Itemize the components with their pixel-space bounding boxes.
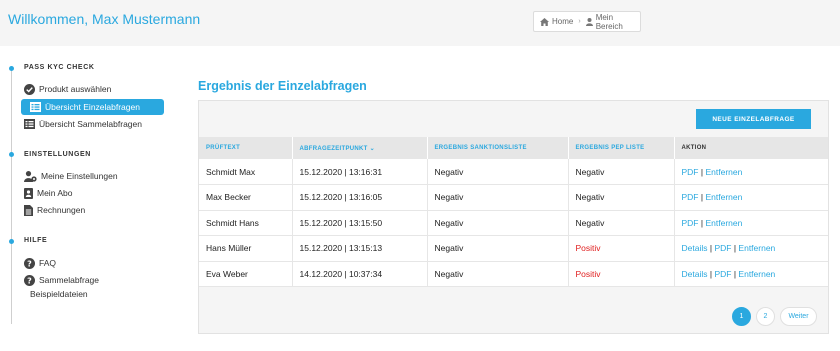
svg-text:?: ? [27, 259, 32, 268]
list-icon [30, 102, 41, 112]
svg-text:?: ? [27, 276, 32, 285]
section-dot [9, 239, 14, 244]
pdf-link[interactable]: PDF [714, 269, 731, 279]
cell-actions: PDF | Entfernen [674, 159, 828, 185]
cell-sanktion: Negativ [427, 159, 569, 185]
new-query-button[interactable]: NEUE EINZELABFRAGE [696, 109, 811, 129]
column-header-prueftext[interactable]: PRÜFTEXT [199, 137, 293, 159]
section-dot [9, 66, 14, 71]
cell-actions: PDF | Entfernen [674, 184, 828, 211]
sidebar: PASS KYC CHECK Produkt auswählen Übersic… [0, 46, 175, 351]
document-icon [24, 204, 33, 216]
cell-name: Hans Müller [199, 235, 293, 262]
page-title: Ergebnis der Einzelabfragen [198, 79, 367, 93]
sidebar-item-label: Meine Einstellungen [41, 171, 118, 181]
cell-sanktion: Negativ [427, 235, 569, 262]
table-row: Eva Weber 14.12.2020 | 10:37:34 Negativ … [199, 261, 828, 287]
page-button-2[interactable]: 2 [756, 307, 775, 326]
sidebar-item-faq[interactable]: ? FAQ [24, 255, 56, 271]
next-page-button[interactable]: Weiter [780, 307, 817, 326]
cell-actions: Details | PDF | Entfernen [674, 235, 828, 262]
table-row: Schmidt Hans 15.12.2020 | 13:15:50 Negat… [199, 210, 828, 236]
question-icon: ? [24, 257, 35, 269]
sidebar-item-produkt[interactable]: Produkt auswählen [24, 81, 111, 97]
pdf-link[interactable]: PDF [714, 243, 731, 253]
welcome-title: Willkommen, Max Mustermann [8, 11, 201, 27]
cell-sanktion: Negativ [427, 184, 569, 211]
breadcrumb-home-link[interactable]: Home [552, 17, 573, 26]
cell-time: 15.12.2020 | 13:15:50 [292, 210, 428, 236]
column-header-aktion: AKTION [674, 137, 828, 159]
remove-link[interactable]: Entfernen [738, 243, 775, 253]
remove-link[interactable]: Entfernen [738, 269, 775, 279]
sidebar-item-label: FAQ [39, 258, 57, 268]
cell-pep: Positiv [568, 235, 675, 262]
cell-name: Eva Weber [199, 261, 293, 287]
sidebar-item-label: Beispieldateien [30, 289, 88, 299]
cell-sanktion: Negativ [427, 210, 569, 236]
sidebar-item-einzelabfragen[interactable]: Übersicht Einzelabfragen [21, 99, 164, 115]
pdf-link[interactable]: PDF [682, 218, 699, 228]
results-panel: NEUE EINZELABFRAGE PRÜFTEXT ABFRAGEZEITP… [198, 100, 829, 334]
sidebar-divider [11, 68, 12, 324]
sidebar-item-beispieldateien[interactable]: Beispieldateien [30, 286, 88, 302]
sort-down-icon[interactable]: ⌄ [370, 146, 375, 152]
sidebar-item-rechnungen[interactable]: Rechnungen [24, 202, 85, 218]
cell-pep: Positiv [568, 261, 675, 287]
home-icon [540, 17, 549, 26]
cell-time: 15.12.2020 | 13:16:31 [292, 159, 428, 185]
details-link[interactable]: Details [682, 243, 708, 253]
user-icon [585, 17, 593, 26]
user-gear-icon [24, 170, 37, 182]
pdf-link[interactable]: PDF [682, 192, 699, 202]
check-circle-icon [24, 83, 35, 95]
sidebar-item-label: Sammelabfrage [39, 275, 100, 285]
cell-time: 14.12.2020 | 10:37:34 [292, 261, 428, 287]
table-row: Hans Müller 15.12.2020 | 13:15:13 Negati… [199, 235, 828, 262]
sidebar-item-label: Mein Abo [37, 188, 73, 198]
sidebar-item-label: Rechnungen [37, 205, 86, 215]
table-row: Max Becker 15.12.2020 | 13:16:05 Negativ… [199, 184, 828, 211]
section-title-kyc: PASS KYC CHECK [24, 64, 95, 71]
table-header-row: PRÜFTEXT ABFRAGEZEITPUNKT ⌄ ERGEBNIS SAN… [199, 137, 828, 159]
section-title-einstellungen: EINSTELLUNGEN [24, 151, 91, 158]
column-header-pep-liste[interactable]: ERGEBNIS PEP LISTE [568, 137, 675, 159]
cell-pep: Negativ [568, 210, 675, 236]
details-link[interactable]: Details [682, 269, 708, 279]
breadcrumb-current: Mein Bereich [595, 12, 623, 31]
page-button-1[interactable]: 1 [732, 307, 751, 326]
results-table: PRÜFTEXT ABFRAGEZEITPUNKT ⌄ ERGEBNIS SAN… [199, 137, 828, 287]
section-dot [9, 152, 14, 157]
sidebar-item-label: Übersicht Einzelabfragen [45, 102, 140, 112]
header: Willkommen, Max Mustermann Home › Mein B… [0, 0, 840, 46]
cell-sanktion: Negativ [427, 261, 569, 287]
list-icon [24, 119, 35, 129]
cell-name: Schmidt Max [199, 159, 293, 185]
sidebar-item-mein-abo[interactable]: Mein Abo [24, 185, 72, 201]
cell-pep: Negativ [568, 184, 675, 211]
remove-link[interactable]: Entfernen [705, 218, 742, 228]
section-title-hilfe: HILFE [24, 237, 48, 244]
remove-link[interactable]: Entfernen [705, 192, 742, 202]
cell-name: Max Becker [199, 184, 293, 211]
breadcrumb: Home › Mein Bereich [533, 11, 641, 32]
cell-actions: PDF | Entfernen [674, 210, 828, 236]
sidebar-item-sammelabfragen[interactable]: Übersicht Sammelabfragen [24, 116, 142, 132]
cell-name: Schmidt Hans [199, 210, 293, 236]
sidebar-item-label: Produkt auswählen [39, 84, 112, 94]
column-header-sanktionsliste[interactable]: ERGEBNIS SANKTIONSLISTE [427, 137, 569, 159]
remove-link[interactable]: Entfernen [705, 167, 742, 177]
question-icon: ? [24, 274, 35, 286]
id-card-icon [24, 187, 33, 199]
cell-actions: Details | PDF | Entfernen [674, 261, 828, 287]
cell-time: 15.12.2020 | 13:16:05 [292, 184, 428, 211]
cell-time: 15.12.2020 | 13:15:13 [292, 235, 428, 262]
table-row: Schmidt Max 15.12.2020 | 13:16:31 Negati… [199, 159, 828, 185]
pdf-link[interactable]: PDF [682, 167, 699, 177]
sidebar-item-label: Übersicht Sammelabfragen [39, 119, 142, 129]
sidebar-item-meine-einstellungen[interactable]: Meine Einstellungen [24, 168, 118, 184]
column-header-abfragezeitpunkt[interactable]: ABFRAGEZEITPUNKT ⌄ [292, 137, 428, 159]
cell-pep: Negativ [568, 159, 675, 185]
chevron-right-icon: › [578, 18, 581, 25]
